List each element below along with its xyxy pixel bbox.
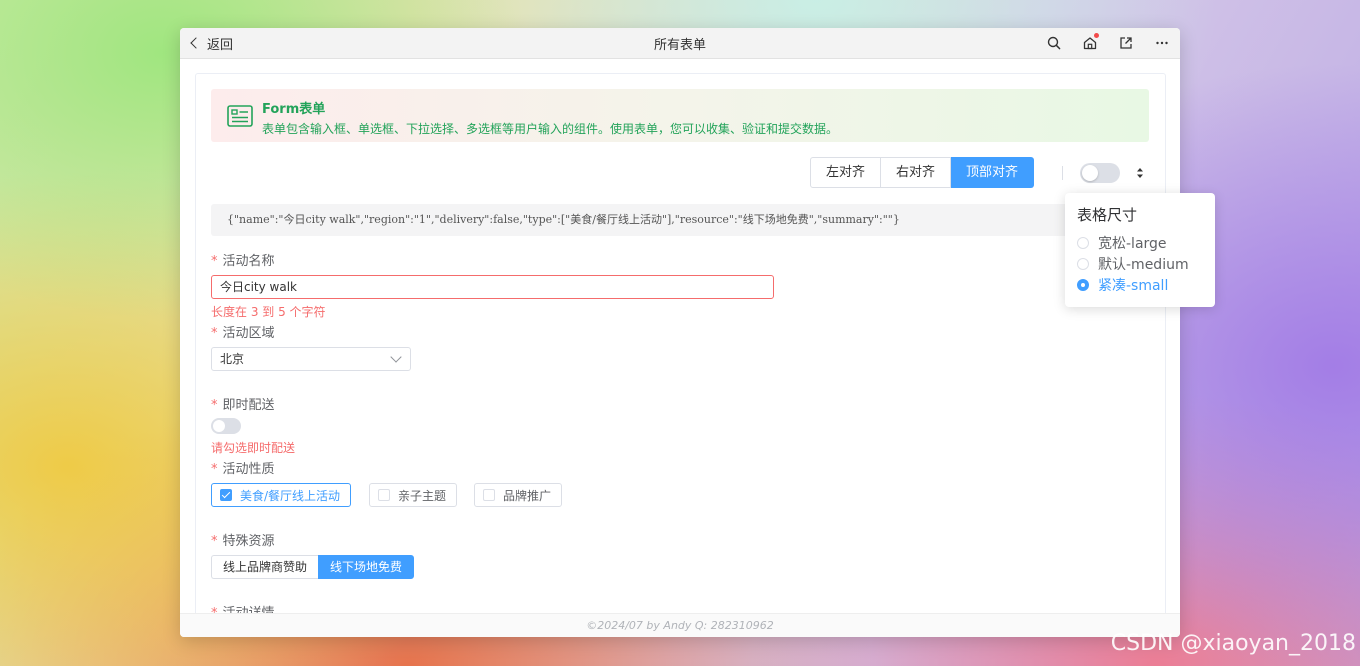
required-mark: * bbox=[211, 462, 218, 477]
form-icon bbox=[227, 105, 253, 127]
resource-option-offline[interactable]: 线下场地免费 bbox=[318, 555, 415, 579]
chevron-down-icon bbox=[390, 351, 402, 363]
delivery-switch[interactable] bbox=[211, 418, 241, 434]
align-left-option[interactable]: 左对齐 bbox=[810, 157, 882, 188]
required-mark: * bbox=[211, 534, 218, 549]
delivery-error: 请勾选即时配送 bbox=[211, 441, 296, 455]
title-bar-actions bbox=[1046, 28, 1170, 58]
back-label: 返回 bbox=[207, 37, 234, 53]
window-title: 所有表单 bbox=[653, 37, 706, 53]
type-label: * 活动性质 bbox=[211, 462, 275, 477]
intro-banner: Form表单 表单包含输入框、单选框、下拉选择、多选框等用户输入的组件。使用表单… bbox=[211, 89, 1149, 142]
region-select-value: 北京 bbox=[220, 352, 245, 366]
region-select[interactable]: 北京 bbox=[211, 347, 411, 371]
switch-knob bbox=[1082, 165, 1098, 181]
size-sort-icon[interactable] bbox=[1135, 166, 1145, 180]
activity-name-input[interactable]: 今日city walk bbox=[211, 275, 774, 299]
home-icon[interactable] bbox=[1082, 33, 1099, 51]
type-checkbox-brand[interactable]: 品牌推广 bbox=[474, 483, 563, 507]
chevron-left-icon bbox=[190, 37, 202, 49]
resource-option-online[interactable]: 线上品牌商赞助 bbox=[211, 555, 319, 579]
region-label: * 活动区域 bbox=[211, 326, 275, 341]
more-icon[interactable] bbox=[1154, 35, 1170, 51]
form-json-preview: {"name":"今日city walk","region":"1","deli… bbox=[211, 204, 1149, 236]
notification-dot bbox=[1094, 33, 1099, 38]
checkbox-box bbox=[220, 489, 232, 501]
required-mark: * bbox=[211, 254, 218, 269]
delivery-label: * 即时配送 bbox=[211, 398, 275, 413]
checkbox-box bbox=[378, 489, 390, 501]
align-top-option[interactable]: 顶部对齐 bbox=[951, 157, 1035, 188]
resource-label: * 特殊资源 bbox=[211, 534, 275, 549]
name-label: * 活动名称 bbox=[211, 254, 275, 269]
align-right-option[interactable]: 右对齐 bbox=[881, 157, 952, 188]
size-option-medium[interactable]: 默认-medium bbox=[1077, 254, 1189, 274]
size-option-small[interactable]: 紧凑-small bbox=[1077, 275, 1168, 295]
open-external-icon[interactable] bbox=[1118, 35, 1134, 51]
title-bar: 返回 所有表单 bbox=[180, 28, 1180, 59]
radio-icon bbox=[1077, 279, 1089, 291]
search-icon[interactable] bbox=[1046, 35, 1062, 51]
radio-icon bbox=[1077, 237, 1089, 249]
banner-description: 表单包含输入框、单选框、下拉选择、多选框等用户输入的组件。使用表单，您可以收集、… bbox=[262, 122, 839, 136]
form-card: Form表单 表单包含输入框、单选框、下拉选择、多选框等用户输入的组件。使用表单… bbox=[195, 73, 1166, 635]
type-checkbox-food[interactable]: 美食/餐厅线上活动 bbox=[211, 483, 352, 507]
radio-icon bbox=[1077, 258, 1089, 270]
checkbox-box bbox=[483, 489, 495, 501]
size-option-large[interactable]: 宽松-large bbox=[1077, 233, 1167, 253]
resource-radio-group: 线上品牌商赞助 线下场地免费 bbox=[211, 555, 415, 579]
divider bbox=[1062, 166, 1063, 180]
toggle-switch[interactable] bbox=[1080, 163, 1120, 183]
type-checkbox-family[interactable]: 亲子主题 bbox=[369, 483, 458, 507]
required-mark: * bbox=[211, 398, 218, 413]
switch-knob bbox=[213, 420, 225, 432]
label-align-group: 左对齐 右对齐 顶部对齐 bbox=[810, 157, 1035, 188]
banner-title: Form表单 bbox=[262, 102, 326, 117]
form-window: 返回 所有表单 Form表单 表单包含输入框、单选框、下拉选择、多选框等用户输入… bbox=[180, 28, 1180, 637]
required-mark: * bbox=[211, 326, 218, 341]
name-error: 长度在 3 到 5 个字符 bbox=[211, 305, 326, 319]
watermark: CSDN @xiaoyan_2018 bbox=[1110, 631, 1356, 656]
back-button[interactable]: 返回 bbox=[190, 34, 233, 53]
footer: ©2024/07 by Andy Q: 282310962 bbox=[180, 613, 1180, 637]
table-size-popover: 表格尺寸 宽松-large 默认-medium 紧凑-small bbox=[1065, 193, 1215, 307]
popover-title: 表格尺寸 bbox=[1077, 206, 1138, 224]
